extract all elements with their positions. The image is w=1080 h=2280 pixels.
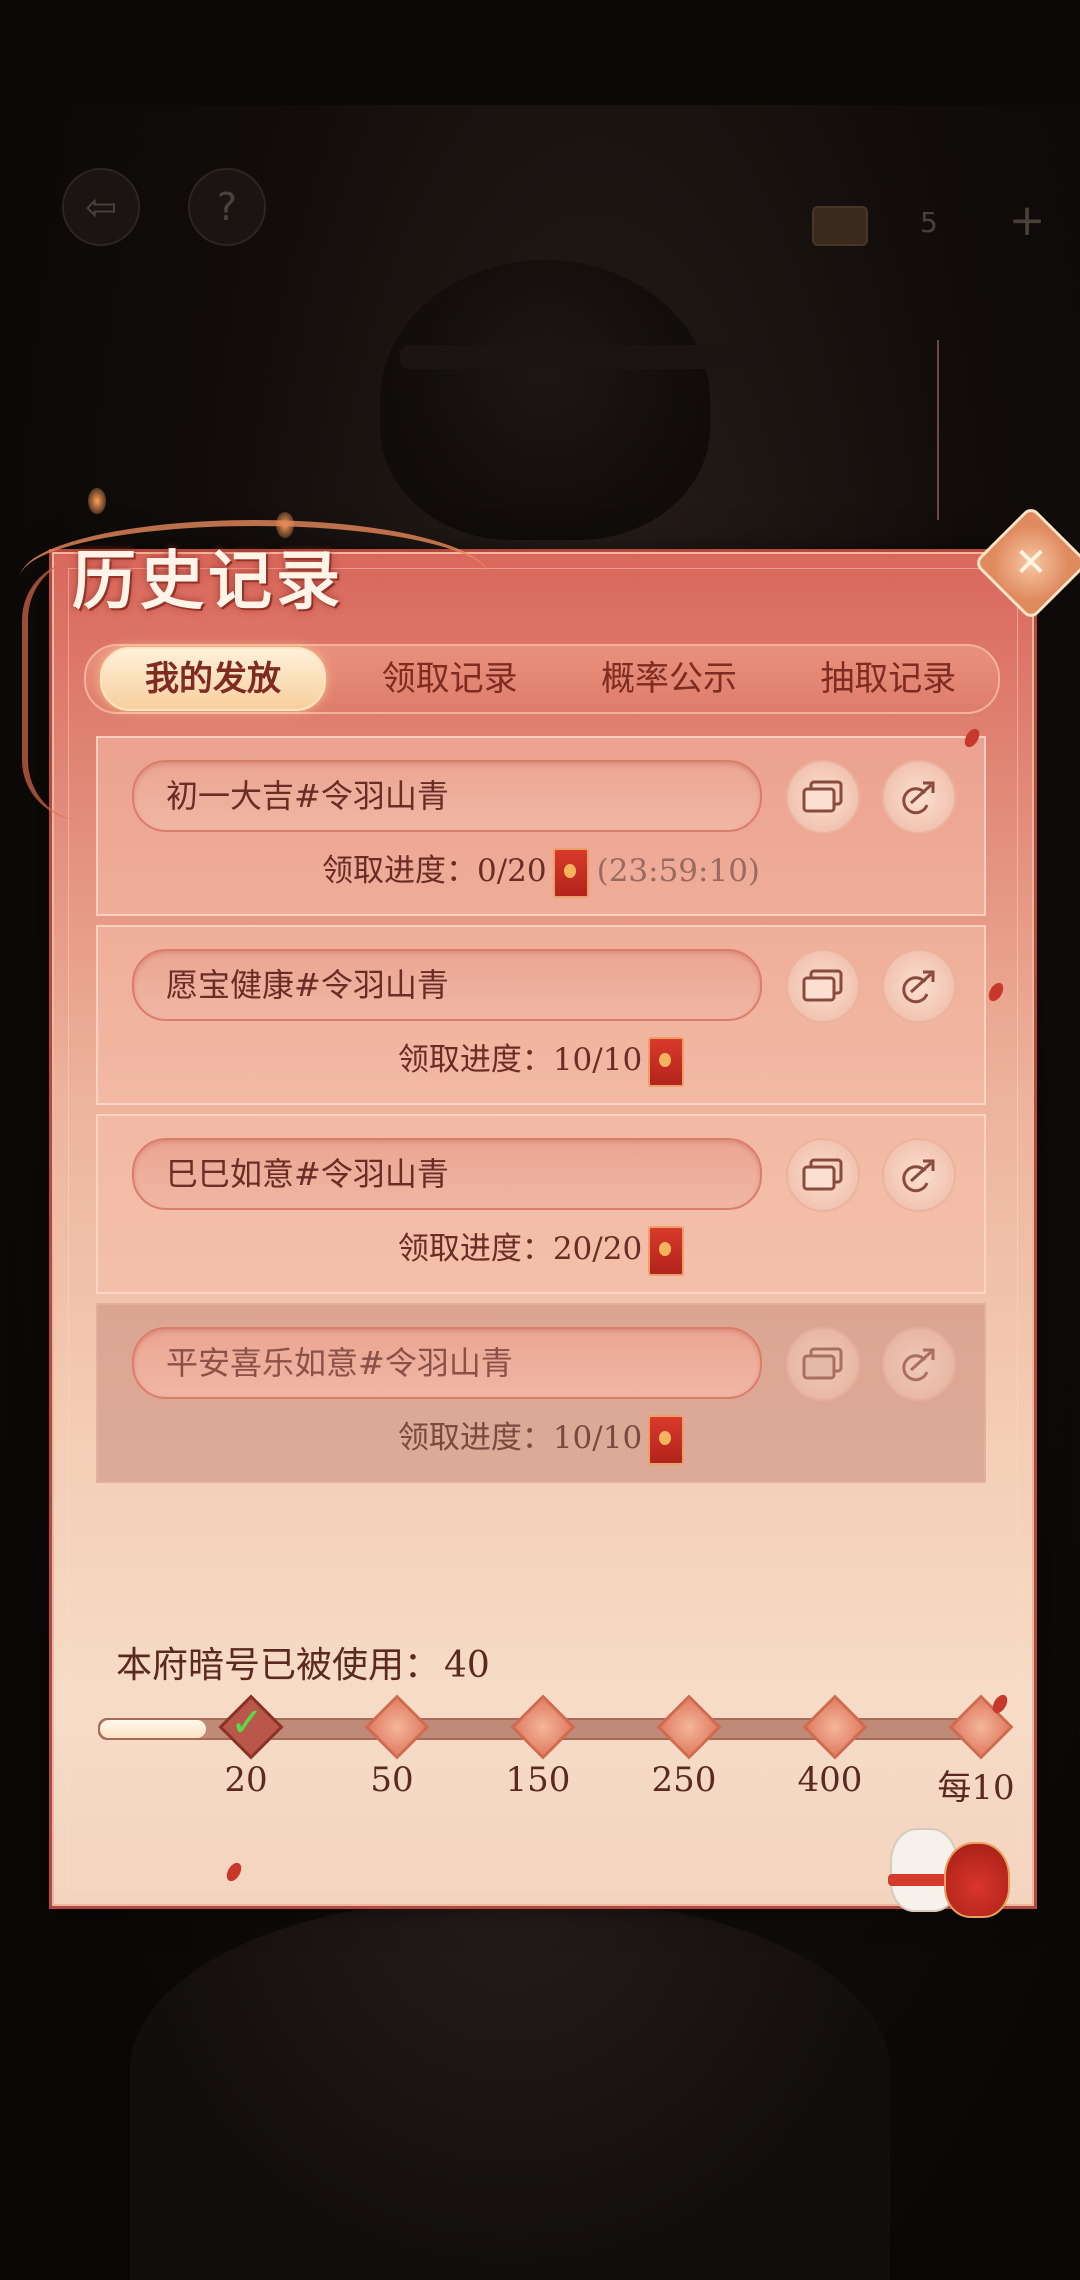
code-text: 初一大吉#令羽山青 <box>166 777 449 815</box>
code-field[interactable]: 初一大吉#令羽山青 <box>132 760 762 832</box>
copy-button[interactable] <box>786 1327 860 1401</box>
tab-claim-records[interactable]: 领取记录 <box>340 649 559 709</box>
back-arrow-icon: ⇦ <box>85 185 117 229</box>
red-envelope-icon <box>648 1414 685 1465</box>
copy-button[interactable] <box>786 1138 860 1212</box>
milestone-label: 250 <box>651 1760 717 1800</box>
usage-label: 本府暗号已被使用： <box>116 1645 441 1686</box>
share-button[interactable] <box>882 949 956 1023</box>
share-icon <box>902 1348 935 1382</box>
panel-title: 历史记录 <box>72 544 344 619</box>
share-icon <box>902 781 935 815</box>
record-card: 愿宝健康#令羽山青 领取进度：10/10 <box>96 925 986 1105</box>
progress-value: 10/10 <box>552 1420 643 1456</box>
share-button[interactable] <box>882 760 956 834</box>
tab-my-issued[interactable]: 我的发放 <box>100 647 326 711</box>
copy-button[interactable] <box>786 949 860 1023</box>
claim-progress: 领取进度：0/20 (23:59:10) <box>98 846 984 898</box>
progress-label: 领取进度： <box>397 1042 553 1078</box>
milestone-label: 每10 <box>937 1768 1015 1808</box>
help-button[interactable]: ? <box>188 168 266 246</box>
currency-count: 5 <box>920 206 938 239</box>
usage-count: 本府暗号已被使用： 40 <box>112 1636 490 1688</box>
usage-value: 40 <box>444 1645 490 1686</box>
lantern-glow <box>88 488 106 514</box>
background-character-robe <box>130 1900 890 2280</box>
background-character-head <box>380 260 710 540</box>
red-envelope-icon <box>648 1225 685 1276</box>
lucky-bag-icon <box>944 1842 1010 1918</box>
milestone-label: 20 <box>224 1760 268 1800</box>
copy-icon <box>802 969 843 1002</box>
code-field[interactable]: 平安喜乐如意#令羽山青 <box>132 1327 762 1399</box>
milestone-label: 400 <box>797 1760 863 1800</box>
share-icon <box>902 970 935 1004</box>
share-button[interactable] <box>882 1327 956 1401</box>
progress-value: 20/20 <box>552 1231 643 1267</box>
back-button[interactable]: ⇦ <box>62 168 140 246</box>
check-icon: ✓ <box>230 1700 264 1746</box>
record-card: 初一大吉#令羽山青 领取进度：0/20 (23:59:10) <box>96 736 986 916</box>
copy-icon <box>802 780 843 813</box>
copy-icon <box>802 1158 843 1191</box>
tab-bar: 我的发放 领取记录 概率公示 抽取记录 <box>84 644 1000 714</box>
code-text: 愿宝健康#令羽山青 <box>166 966 449 1004</box>
progress-value: 10/10 <box>552 1042 643 1078</box>
claim-progress: 领取进度：20/20 <box>98 1224 984 1276</box>
treasure-chest-icon <box>812 206 868 246</box>
tab-draw-records[interactable]: 抽取记录 <box>779 649 998 709</box>
claim-progress: 领取进度：10/10 <box>98 1413 984 1465</box>
tab-probability[interactable]: 概率公示 <box>559 649 778 709</box>
countdown-timer: (23:59:10) <box>596 853 761 889</box>
code-field[interactable]: 巳巳如意#令羽山青 <box>132 1138 762 1210</box>
progress-label: 领取进度： <box>397 1420 553 1456</box>
help-icon: ? <box>216 185 238 229</box>
progress-label: 领取进度： <box>397 1231 553 1267</box>
copy-icon <box>802 1347 843 1380</box>
code-text: 巳巳如意#令羽山青 <box>166 1155 449 1193</box>
red-envelope-icon <box>552 847 589 898</box>
milestone-label: 150 <box>505 1760 571 1800</box>
claim-progress: 领取进度：10/10 <box>98 1035 984 1087</box>
add-currency-button[interactable]: + <box>1002 196 1052 246</box>
progress-value: 0/20 <box>476 853 547 889</box>
code-text: 平安喜乐如意#令羽山青 <box>166 1344 513 1382</box>
record-card: 巳巳如意#令羽山青 领取进度：20/20 <box>96 1114 986 1294</box>
share-icon <box>902 1159 935 1193</box>
progress-label: 领取进度： <box>321 853 477 889</box>
background-character-hat <box>400 345 760 369</box>
hanging-string <box>937 340 939 520</box>
milestone-label: 50 <box>370 1760 414 1800</box>
record-card: 平安喜乐如意#令羽山青 领取进度：10/10 <box>96 1303 986 1483</box>
close-icon: ✕ <box>1014 539 1048 586</box>
milestone-progress-fill <box>100 1720 206 1738</box>
code-field[interactable]: 愿宝健康#令羽山青 <box>132 949 762 1021</box>
copy-button[interactable] <box>786 760 860 834</box>
share-button[interactable] <box>882 1138 956 1212</box>
red-envelope-icon <box>648 1036 685 1087</box>
